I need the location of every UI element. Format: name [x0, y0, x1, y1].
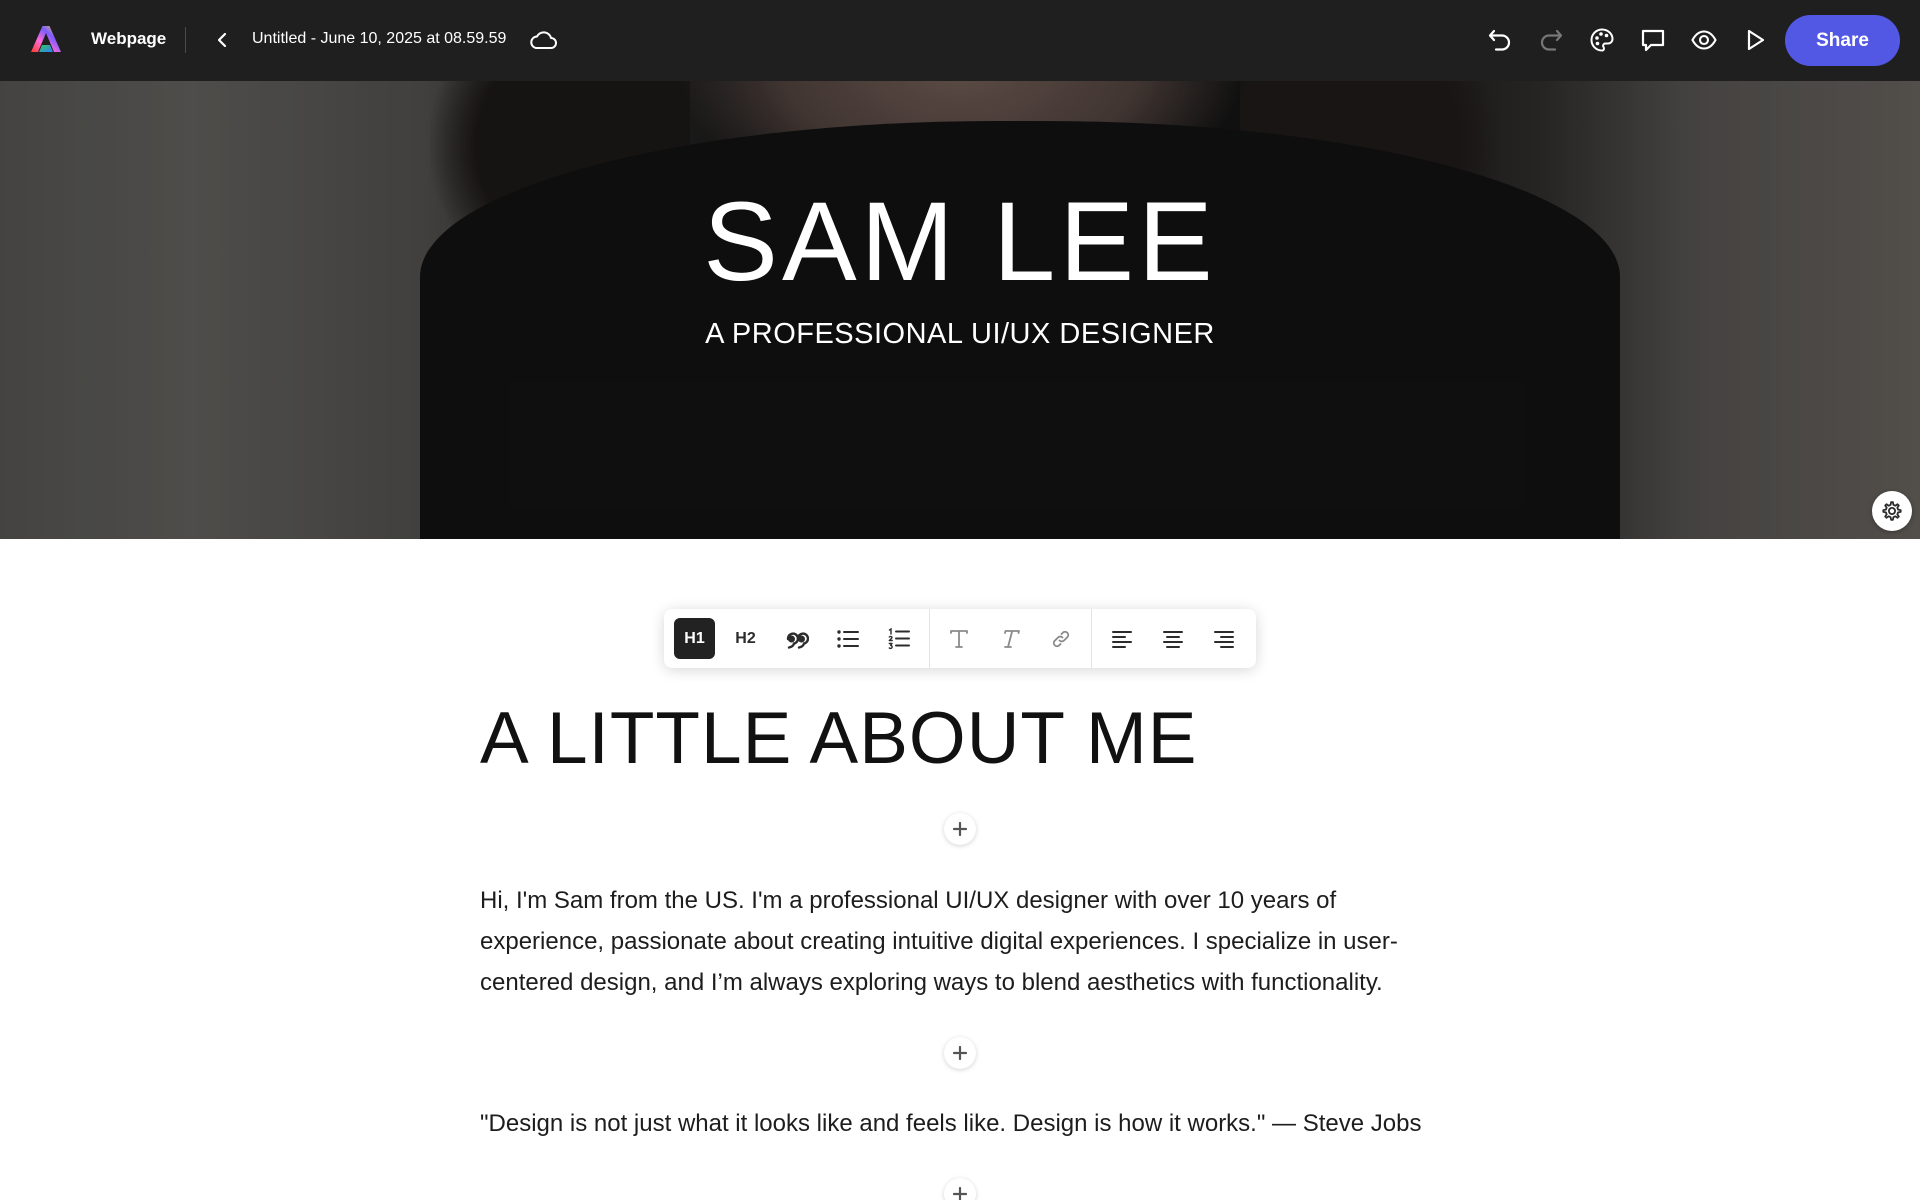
text-style-button[interactable] — [938, 618, 979, 659]
align-center-icon — [1162, 630, 1183, 648]
quote-paragraph[interactable]: "Design is not just what it looks like a… — [480, 1106, 1480, 1142]
link-icon — [1052, 630, 1069, 647]
top-bar: Webpage Untitled - June 10, 2025 at 08.5… — [0, 0, 1920, 81]
preview-button[interactable] — [1688, 24, 1720, 56]
quote-button[interactable] — [776, 618, 817, 659]
redo-button[interactable] — [1535, 24, 1567, 56]
align-left-icon — [1111, 630, 1132, 648]
text-format-toolbar: H1 H2 — [664, 609, 1256, 668]
app-logo-icon[interactable] — [30, 23, 62, 55]
quote-icon — [786, 631, 809, 649]
plus-icon — [953, 822, 967, 836]
theme-palette-icon — [1590, 28, 1614, 52]
heading-2-button[interactable]: H2 — [725, 618, 766, 659]
bio-paragraph[interactable]: Hi, I'm Sam from the US. I'm a professio… — [480, 880, 1440, 1003]
hero-section[interactable]: SAM LEE A PROFESSIONAL UI/UX DESIGNER — [0, 81, 1920, 539]
align-center-button[interactable] — [1152, 618, 1193, 659]
play-icon — [1747, 29, 1765, 51]
header-divider — [185, 27, 186, 53]
toolbar-divider — [1091, 609, 1092, 668]
hero-title[interactable]: SAM LEE — [0, 177, 1920, 306]
bullet-list-button[interactable] — [827, 618, 868, 659]
theme-button[interactable] — [1586, 24, 1618, 56]
preview-eye-icon — [1691, 30, 1717, 50]
plus-icon — [953, 1046, 967, 1060]
chevron-left-icon — [217, 32, 227, 48]
hero-overlay — [0, 81, 1920, 539]
plus-icon — [953, 1187, 967, 1200]
link-button[interactable] — [1040, 618, 1081, 659]
comment-icon — [1641, 29, 1665, 52]
hero-settings-button[interactable] — [1872, 491, 1912, 531]
cloud-icon[interactable] — [528, 27, 558, 53]
add-block-button[interactable] — [944, 1037, 976, 1069]
about-heading[interactable]: A LITTLE ABOUT ME — [480, 697, 1198, 780]
numbered-list-button[interactable] — [878, 618, 919, 659]
undo-icon — [1488, 29, 1511, 51]
align-right-button[interactable] — [1203, 618, 1244, 659]
numbered-list-icon — [888, 627, 910, 649]
app-name: Webpage — [91, 29, 167, 48]
share-button[interactable]: Share — [1785, 15, 1900, 66]
align-left-button[interactable] — [1101, 618, 1142, 659]
document-title[interactable]: Untitled - June 10, 2025 at 08.59.59 — [252, 30, 506, 48]
undo-button[interactable] — [1484, 24, 1516, 56]
italic-button[interactable] — [989, 618, 1030, 659]
heading-1-button[interactable]: H1 — [674, 618, 715, 659]
add-block-button[interactable] — [944, 1178, 976, 1200]
italic-icon — [1003, 629, 1020, 648]
present-button[interactable] — [1739, 24, 1771, 56]
redo-icon — [1540, 29, 1563, 51]
gear-icon — [1882, 501, 1902, 521]
text-style-icon — [949, 629, 968, 648]
add-block-button[interactable] — [944, 813, 976, 845]
bullet-list-icon — [836, 629, 859, 648]
toolbar-divider — [929, 609, 930, 668]
comments-button[interactable] — [1637, 24, 1669, 56]
align-right-icon — [1213, 630, 1234, 648]
hero-subtitle[interactable]: A PROFESSIONAL UI/UX DESIGNER — [0, 318, 1920, 351]
back-button[interactable] — [210, 26, 234, 54]
